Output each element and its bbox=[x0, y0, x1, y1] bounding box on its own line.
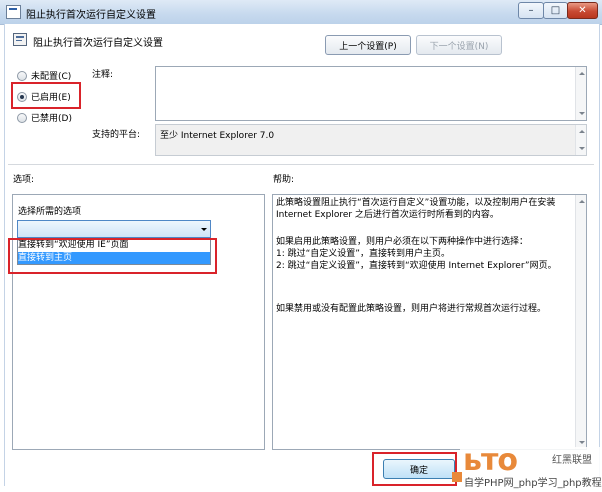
dropdown-highlight-box bbox=[8, 238, 217, 274]
previous-setting-button[interactable]: 上一个设置(P) bbox=[325, 35, 411, 55]
chevron-down-icon[interactable] bbox=[201, 228, 207, 231]
supported-platform-label: 支持的平台: bbox=[92, 130, 141, 140]
ok-highlight-box bbox=[372, 452, 457, 486]
not-configured-radio[interactable] bbox=[17, 71, 27, 81]
help-scrollbar[interactable] bbox=[575, 195, 586, 449]
minimize-button[interactable]: – bbox=[518, 2, 544, 19]
disabled-radio[interactable] bbox=[17, 113, 27, 123]
policy-title: 阻止执行首次运行自定义设置 bbox=[33, 38, 163, 49]
scroll-down-arrow-icon[interactable] bbox=[579, 441, 585, 444]
help-pane bbox=[272, 194, 587, 450]
watermark-logo-text: 红黑联盟 bbox=[552, 455, 592, 466]
platform-scrollbar[interactable] bbox=[575, 125, 586, 155]
policy-window-icon bbox=[6, 5, 21, 19]
comment-label: 注释: bbox=[92, 70, 114, 80]
help-paragraph: 如果启用此策略设置，则用户必须在以下两种操作中进行选择： 1: 跳过“自定义设置… bbox=[276, 237, 557, 271]
comment-textarea[interactable] bbox=[155, 66, 587, 121]
watermark-square-icon bbox=[452, 472, 462, 482]
disabled-label[interactable]: 已禁用(D) bbox=[31, 111, 72, 124]
help-paragraph: 如果禁用或没有配置此策略设置，则用户将进行常规首次运行过程。 bbox=[276, 304, 547, 314]
watermark-text: 自学PHP网_php学习_php教程 bbox=[464, 478, 602, 489]
next-setting-button[interactable]: 下一个设置(N) bbox=[416, 35, 502, 55]
supported-platform-value: 至少 Internet Explorer 7.0 bbox=[160, 131, 275, 141]
scroll-down-arrow-icon[interactable] bbox=[579, 112, 585, 115]
option-dropdown[interactable] bbox=[17, 220, 211, 238]
maximize-button[interactable]: □ bbox=[543, 2, 568, 19]
help-label: 帮助: bbox=[273, 175, 295, 185]
comment-scrollbar[interactable] bbox=[575, 67, 586, 120]
options-label: 选项: bbox=[13, 175, 35, 185]
section-divider bbox=[8, 164, 594, 165]
scroll-up-arrow-icon[interactable] bbox=[579, 200, 585, 203]
close-button[interactable]: ✕ bbox=[567, 2, 598, 19]
scroll-up-arrow-icon[interactable] bbox=[579, 72, 585, 75]
window-title: 阻止执行首次运行自定义设置 bbox=[26, 10, 156, 21]
scroll-up-arrow-icon[interactable] bbox=[579, 130, 585, 133]
policy-setting-icon bbox=[13, 33, 27, 46]
watermark-logo: ьто bbox=[463, 443, 518, 478]
help-paragraph: 此策略设置阻止执行“首次运行自定义”设置功能，以及控制用户在安装 Interne… bbox=[276, 198, 559, 220]
enabled-highlight-box bbox=[11, 82, 81, 109]
select-option-label: 选择所需的选项 bbox=[18, 207, 82, 217]
not-configured-label[interactable]: 未配置(C) bbox=[31, 69, 71, 82]
scroll-down-arrow-icon[interactable] bbox=[579, 147, 585, 150]
